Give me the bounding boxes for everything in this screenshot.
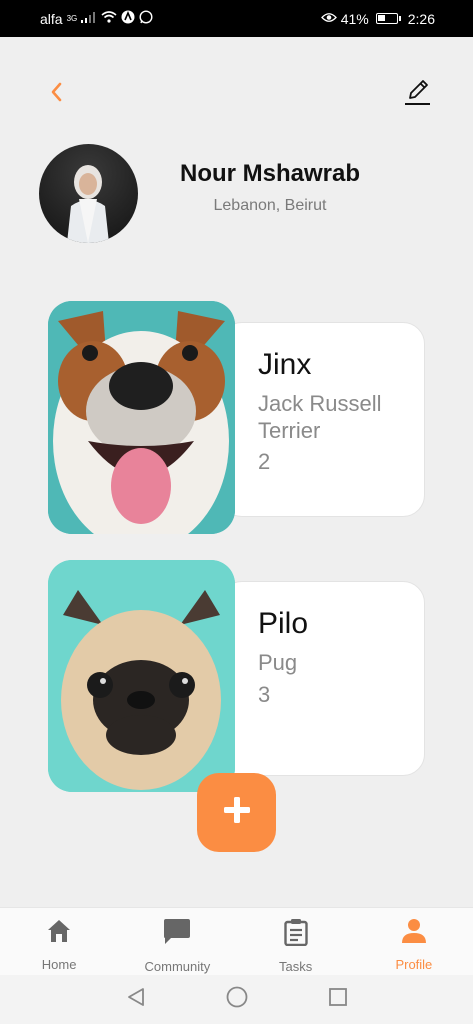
home-icon [45, 918, 73, 949]
bottom-nav: Home Community Tasks Profile [0, 907, 473, 975]
pet-name: Jinx [258, 348, 312, 381]
profile-name: Nour Mshawrab [179, 160, 361, 187]
status-left: alfa 3G [40, 10, 153, 27]
nav-label: Profile [395, 957, 433, 972]
recents-square-icon[interactable] [327, 986, 349, 1013]
network-type: 3G [66, 14, 78, 23]
clock: 2:26 [407, 10, 435, 27]
pencil-icon [401, 76, 433, 113]
dog-photo-pug [48, 560, 235, 792]
back-button[interactable] [40, 78, 72, 110]
pet-photo-jinx[interactable] [48, 301, 235, 534]
pet-breed: Pug [258, 650, 298, 675]
nav-item-profile[interactable]: Profile [355, 908, 473, 975]
pet-card-pilo[interactable] [220, 581, 425, 776]
profile-location: Lebanon, Beirut [213, 197, 327, 214]
nav-label: Home [41, 957, 77, 972]
battery-icon [375, 13, 401, 24]
system-nav-bar [0, 975, 473, 1024]
edit-profile-button[interactable] [401, 78, 433, 110]
app-notification-icon [121, 10, 135, 27]
pet-name: Pilo [258, 607, 309, 640]
nav-label: Community [144, 959, 211, 974]
avatar-image [67, 165, 109, 243]
pet-age: 3 [258, 682, 271, 707]
chevron-left-icon [49, 81, 63, 108]
carrier-label: alfa [40, 10, 63, 27]
add-pet-button[interactable] [197, 773, 276, 852]
nav-item-home[interactable]: Home [0, 908, 118, 975]
status-right: 41% 2:26 [320, 10, 435, 27]
signal-icon [81, 11, 97, 26]
whatsapp-icon [139, 10, 153, 27]
nav-label: Tasks [279, 959, 313, 974]
chat-icon [162, 918, 192, 951]
nav-item-community[interactable]: Community [118, 908, 236, 975]
avatar[interactable] [39, 144, 138, 243]
person-icon [401, 918, 427, 949]
plus-icon [223, 796, 251, 829]
clipboard-icon [283, 918, 309, 951]
wifi-icon [101, 11, 117, 26]
pet-photo-pilo[interactable] [48, 560, 235, 792]
pet-age: 2 [258, 449, 271, 474]
pet-breed: Jack Russell Terrier [258, 391, 382, 443]
status-bar: alfa 3G 41% 2:26 [0, 0, 473, 37]
nav-item-tasks[interactable]: Tasks [237, 908, 355, 975]
back-triangle-icon[interactable] [125, 986, 147, 1013]
home-circle-icon[interactable] [225, 985, 249, 1014]
eye-comfort-icon [320, 11, 337, 26]
battery-percent: 41% [340, 10, 369, 27]
dog-photo-jack-russell [48, 301, 235, 534]
